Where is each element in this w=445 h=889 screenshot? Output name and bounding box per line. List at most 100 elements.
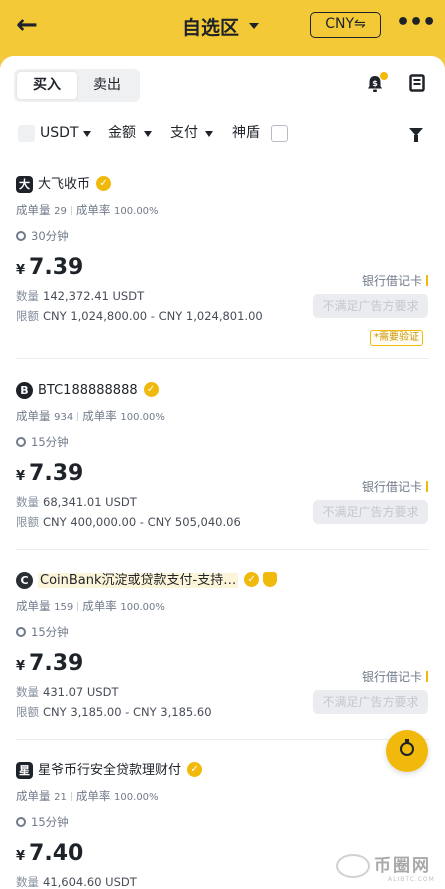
time-value: 15分钟 — [31, 815, 69, 829]
watermark-sub: ALIBTC.COM — [388, 876, 435, 883]
merchant-name-text: CoinBank沉淀或贷款支付-支持… — [38, 573, 239, 588]
notification-dot — [380, 72, 388, 80]
price: ¥7.39 — [16, 651, 83, 676]
chevron-down-icon — [249, 23, 260, 29]
back-button[interactable]: ← — [16, 10, 52, 40]
filter-payment[interactable]: 支付 — [170, 123, 198, 143]
divider — [77, 412, 79, 421]
buy-button-disabled[interactable]: 不满足广告方要求 — [313, 690, 428, 714]
rate-value: 100.00% — [114, 792, 159, 803]
merchant-avatar[interactable]: 大 — [16, 176, 33, 193]
limit-value: CNY 3,185.00 - CNY 3,185.60 — [43, 705, 212, 719]
merchant-stats: 成单量 934 成单率 100.00% — [16, 408, 165, 424]
volume-value: 934 — [54, 412, 74, 423]
payment-mark — [426, 275, 428, 286]
divider — [16, 549, 429, 550]
price: ¥7.39 — [16, 255, 83, 280]
currency-symbol: ¥ — [16, 469, 26, 484]
merchant-stats: 成单量 21 成单率 100.00% — [16, 788, 159, 804]
verified-badge-icon: ✓ — [187, 762, 203, 777]
price-value: 7.39 — [29, 461, 84, 486]
limit-label: 限额 — [16, 309, 39, 323]
rate-value: 100.00% — [120, 412, 165, 423]
time-value: 15分钟 — [31, 435, 69, 449]
filter-crypto[interactable]: USDT — [40, 123, 78, 143]
time-value: 30分钟 — [31, 229, 69, 243]
order-limit: 限额 CNY 3,185.00 - CNY 3,185.60 — [16, 704, 212, 720]
buy-button-disabled[interactable]: 不满足广告方要求 — [313, 500, 428, 524]
merchant-name[interactable]: BTC188888888 ✓ — [38, 381, 159, 400]
limit-label: 限额 — [16, 515, 39, 529]
rate-label: 成单率 — [75, 789, 111, 803]
merchant-name[interactable]: 大飞收币 ✓ — [38, 175, 112, 194]
limit-value: CNY 400,000.00 - CNY 505,040.06 — [43, 515, 241, 529]
merchant-name[interactable]: 星爷币行安全贷款理财付 ✓ — [38, 761, 203, 780]
available-quantity: 数量 431.07 USDT — [16, 684, 119, 700]
filter-amount[interactable]: 金额 — [108, 123, 136, 143]
shield-checkbox[interactable] — [271, 125, 288, 142]
time-value: 15分钟 — [31, 625, 69, 639]
payment-time: 15分钟 — [16, 624, 69, 640]
page-title: 自选区 — [182, 16, 240, 39]
buy-sell-tabs: 买入 卖出 — [14, 69, 140, 102]
merchant-name-text: 星爷币行安全贷款理财付 — [38, 763, 182, 778]
title-selector[interactable]: 自选区 — [182, 12, 260, 40]
tab-sell[interactable]: 卖出 — [77, 72, 137, 99]
payment-method-label: 银行借记卡 — [361, 670, 422, 684]
shield-badge-icon — [263, 572, 278, 587]
chevron-down-icon — [83, 131, 91, 137]
currency-symbol: ¥ — [16, 659, 26, 674]
qty-label: 数量 — [16, 495, 39, 509]
merchant-avatar[interactable]: B — [16, 382, 33, 399]
volume-value: 159 — [54, 602, 74, 613]
verification-required-tag: *需要验证 — [370, 330, 423, 346]
merchant-avatar[interactable]: 星 — [16, 762, 33, 779]
qty-label: 数量 — [16, 685, 39, 699]
tab-buy[interactable]: 买入 — [17, 72, 77, 99]
divider — [70, 792, 72, 801]
price-value: 7.39 — [29, 651, 84, 676]
price-value: 7.40 — [29, 841, 84, 866]
rate-label: 成单率 — [82, 409, 117, 423]
timer-icon — [16, 627, 26, 637]
divider — [16, 358, 429, 359]
qty-value: 431.07 USDT — [43, 685, 119, 699]
merchant-avatar[interactable]: C — [16, 572, 33, 589]
qty-label: 数量 — [16, 875, 39, 889]
filter-bar: USDT 金额 支付 神盾 — [0, 118, 445, 148]
merchant-stats: 成单量 29 成单率 100.00% — [16, 202, 159, 218]
orders-icon[interactable] — [406, 74, 428, 96]
merchant-name-text: BTC188888888 — [38, 383, 138, 398]
payment-method-label: 银行借记卡 — [361, 480, 422, 494]
payment-time: 15分钟 — [16, 434, 69, 450]
watermark-logo: 币圈网 ALIBTC.COM — [318, 848, 443, 888]
available-quantity: 数量 68,341.01 USDT — [16, 494, 137, 510]
merchant-name[interactable]: CoinBank沉淀或贷款支付-支持… ✓ — [38, 571, 278, 590]
rate-label: 成单率 — [82, 599, 117, 613]
crypto-checkbox[interactable] — [18, 125, 35, 142]
floating-action-button[interactable] — [386, 730, 428, 772]
bell-dollar-icon[interactable]: $ — [364, 72, 388, 96]
more-menu-button[interactable]: ••• — [396, 8, 436, 38]
filter-shield-label: 神盾 — [232, 125, 260, 141]
price: ¥7.40 — [16, 841, 83, 866]
volume-label: 成单量 — [16, 599, 51, 613]
payment-method: 银行借记卡 — [362, 478, 428, 495]
limit-value: CNY 1,024,800.00 - CNY 1,024,801.00 — [43, 309, 263, 323]
timer-icon — [16, 817, 26, 827]
payment-mark — [426, 671, 428, 682]
funnel-stem — [414, 135, 418, 142]
chevron-down-icon — [144, 131, 152, 137]
price-value: 7.39 — [29, 255, 84, 280]
merchant-stats: 成单量 159 成单率 100.00% — [16, 598, 165, 614]
order-limit: 限额 CNY 400,000.00 - CNY 505,040.06 — [16, 514, 241, 530]
volume-label: 成单量 — [16, 203, 51, 217]
currency-switch-button[interactable]: CNY⇋ — [310, 12, 381, 38]
payment-time: 15分钟 — [16, 814, 69, 830]
qty-value: 41,604.60 USDT — [43, 875, 137, 889]
payment-time: 30分钟 — [16, 228, 69, 244]
buy-button-disabled[interactable]: 不满足广告方要求 — [313, 294, 428, 318]
rate-value: 100.00% — [120, 602, 165, 613]
payment-method-label: 银行借记卡 — [361, 274, 422, 288]
timer-icon — [16, 437, 26, 447]
